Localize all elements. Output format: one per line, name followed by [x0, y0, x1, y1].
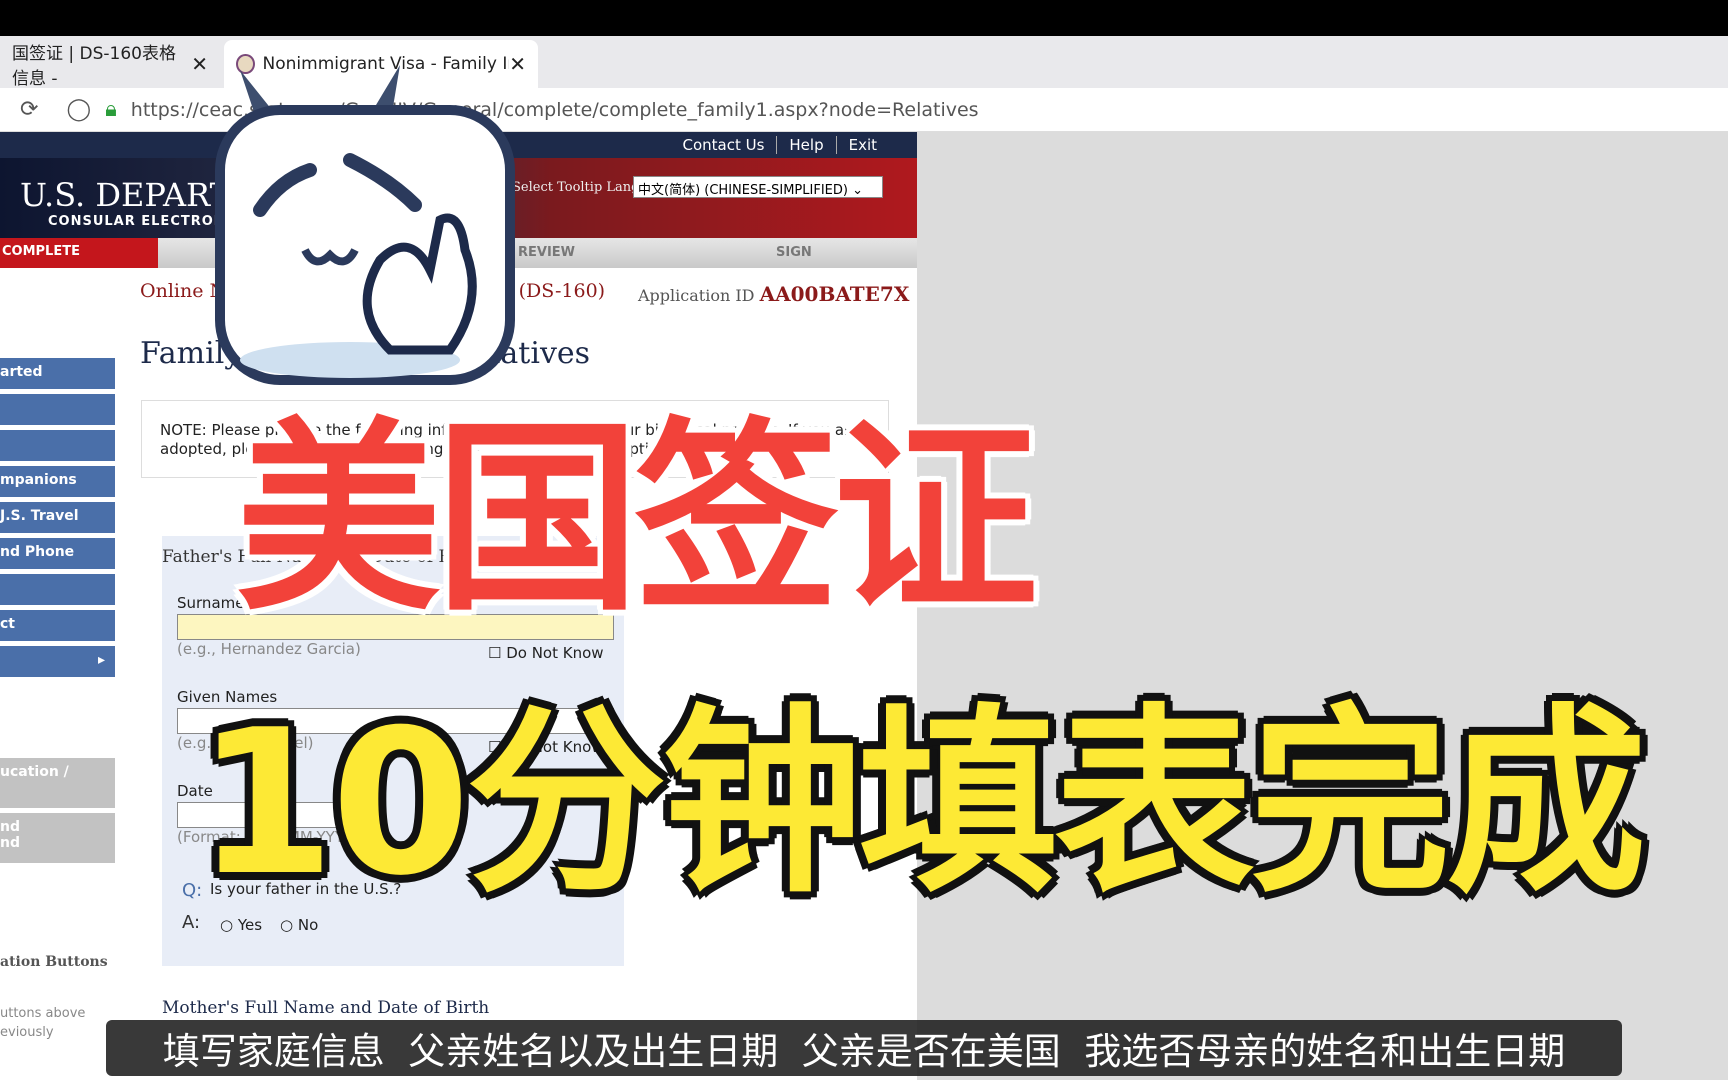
lock-icon[interactable]: 🔒︎ — [105, 97, 117, 122]
overlay-title-yellow: 10分钟填表完成 — [196, 687, 1646, 920]
sidebar-item-companions[interactable]: mpanions — [0, 466, 115, 497]
help-link[interactable]: Help — [776, 136, 835, 154]
tab-label: 国签证 | DS-160表格信息 - — [12, 44, 176, 89]
sidebar-item-contact[interactable]: ct — [0, 610, 115, 641]
sidebar: arted mpanions J.S. Travel nd Phone ct ▸… — [0, 358, 115, 868]
sidebar-item[interactable]: nd nd — [0, 813, 115, 863]
sidebar-item-us-travel[interactable]: J.S. Travel — [0, 502, 115, 533]
reload-icon[interactable]: ⟳ — [20, 97, 38, 122]
shield-icon[interactable]: ◯ — [66, 97, 91, 122]
navigation-help-text: uttons above eviously — [0, 1006, 86, 1040]
sidebar-item[interactable] — [0, 394, 115, 425]
sidebar-item-family[interactable]: ▸ — [0, 646, 115, 677]
video-top-bar — [0, 0, 1728, 36]
overlay-title-red: 美国签证 — [236, 401, 1038, 639]
mascot-sticker-icon — [215, 65, 515, 385]
nav-sign[interactable]: SIGN — [776, 245, 812, 260]
surname-hint: (e.g., Hernandez Garcia) — [177, 640, 361, 658]
nav-complete[interactable]: COMPLETE — [0, 238, 158, 268]
contact-us-link[interactable]: Contact Us — [670, 136, 776, 154]
application-id: Application ID AA00BATE7X — [638, 282, 909, 306]
video-subtitle: 填写家庭信息 父亲姓名以及出生日期 父亲是否在美国 我选否母亲的姓名和出生日期 — [106, 1020, 1622, 1076]
sidebar-item[interactable] — [0, 574, 115, 605]
sidebar-item[interactable] — [0, 430, 115, 461]
sidebar-item-address-phone[interactable]: nd Phone — [0, 538, 115, 569]
do-not-know-label: Do Not Know — [506, 644, 604, 662]
sidebar-item-education[interactable]: ucation / — [0, 758, 115, 808]
navigation-buttons-heading: ation Buttons — [0, 954, 108, 970]
mother-section-title: Mother's Full Name and Date of Birth — [162, 998, 490, 1018]
app-id-value: AA00BATE7X — [759, 282, 910, 306]
exit-link[interactable]: Exit — [835, 136, 889, 154]
language-select[interactable]: 中文(简体) (CHINESE-SIMPLIFIED) ⌄ — [633, 176, 883, 198]
sidebar-item[interactable]: arted — [0, 358, 115, 389]
tab-ds160-info[interactable]: 国签证 | DS-160表格信息 - ✕ — [0, 40, 220, 89]
app-id-label: Application ID — [638, 286, 760, 305]
surname-do-not-know-checkbox[interactable]: ☐ Do Not Know — [488, 644, 604, 662]
page-background — [917, 132, 1728, 1080]
